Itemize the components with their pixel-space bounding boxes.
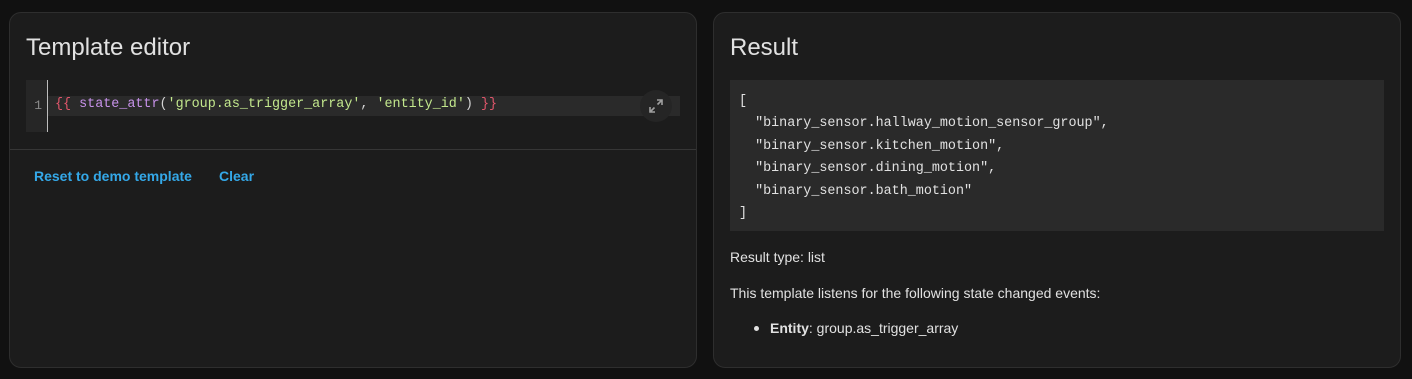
code-editor[interactable]: 1 {{ state_attr('group.as_trigger_array'… <box>26 80 680 132</box>
result-line: ] <box>739 206 748 222</box>
result-title: Result <box>730 34 799 61</box>
code-line[interactable]: {{ state_attr('group.as_trigger_array', … <box>48 96 680 116</box>
code-arg-2: 'entity_id' <box>376 97 465 112</box>
listen-description: This template listens for the following … <box>730 285 1101 301</box>
template-editor-title: Template editor <box>26 34 191 61</box>
line-gutter: 1 <box>26 80 48 132</box>
code-arg-1: 'group.as_trigger_array' <box>167 97 361 112</box>
result-card: Result [ "binary_sensor.hallway_motion_s… <box>713 12 1401 368</box>
listener-label: Entity <box>770 320 809 336</box>
result-line: [ <box>739 94 748 109</box>
code-open-brace: {{ <box>55 97 72 112</box>
listener-item: Entity: group.as_trigger_array <box>754 320 958 336</box>
code-close-paren: ) <box>464 97 473 112</box>
listener-value: : group.as_trigger_array <box>808 320 959 336</box>
template-code[interactable]: {{ state_attr('group.as_trigger_array', … <box>55 97 497 112</box>
card-divider <box>10 149 696 150</box>
code-close-brace: }} <box>480 97 498 112</box>
result-json: [ "binary_sensor.hallway_motion_sensor_g… <box>739 91 1109 225</box>
reset-to-demo-button[interactable]: Reset to demo template <box>34 168 192 184</box>
fullscreen-icon <box>649 99 663 113</box>
line-number: 1 <box>34 98 42 113</box>
clear-button[interactable]: Clear <box>219 168 254 184</box>
template-editor-card: Template editor 1 {{ state_attr('group.a… <box>9 12 697 368</box>
fullscreen-button[interactable] <box>640 90 672 122</box>
listener-list: Entity: group.as_trigger_array <box>754 320 958 336</box>
result-line: "binary_sensor.bath_motion" <box>739 183 973 199</box>
result-line: "binary_sensor.kitchen_motion", <box>739 138 1005 154</box>
result-line: "binary_sensor.dining_motion", <box>739 161 997 177</box>
code-function: state_attr <box>79 97 160 112</box>
result-line: "binary_sensor.hallway_motion_sensor_gro… <box>739 116 1109 132</box>
result-output: [ "binary_sensor.hallway_motion_sensor_g… <box>730 80 1384 231</box>
result-type: Result type: list <box>730 249 825 265</box>
code-comma: , <box>360 97 377 112</box>
code-open-paren: ( <box>159 97 168 112</box>
